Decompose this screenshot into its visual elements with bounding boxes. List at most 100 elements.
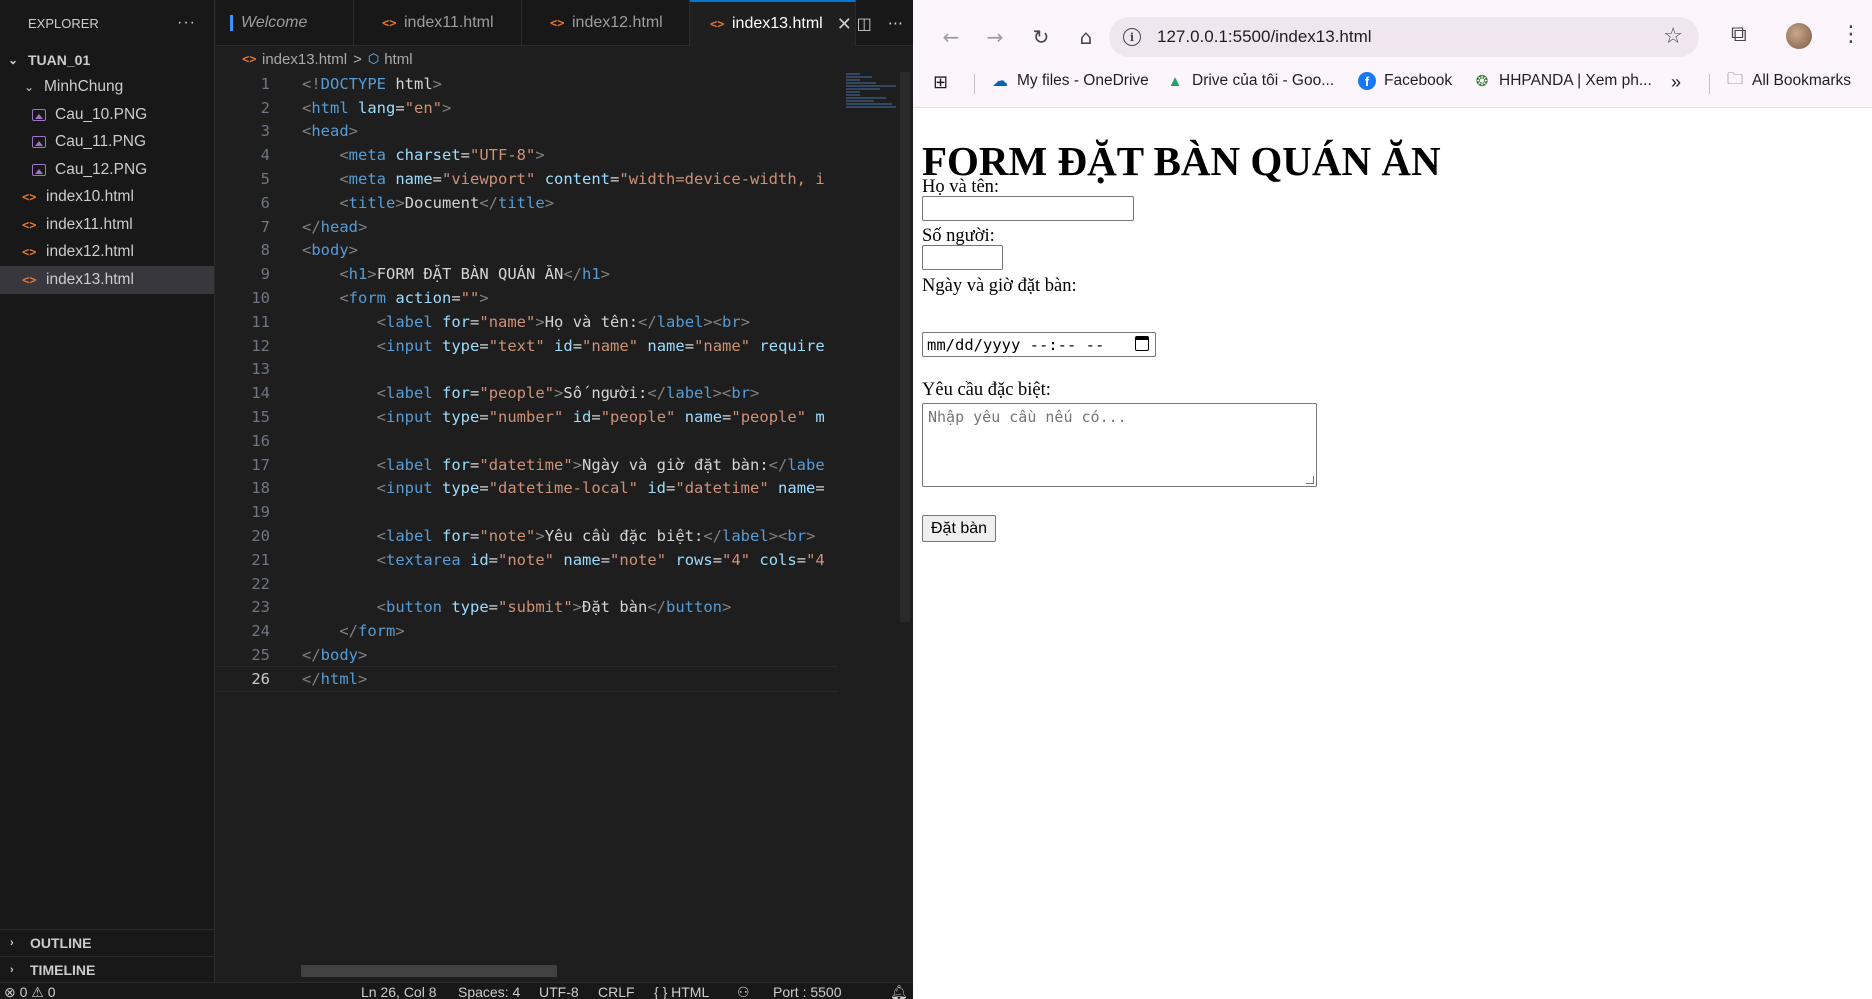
tree-file-html-active[interactable]: <> index13.html — [0, 266, 214, 294]
copilot-icon[interactable]: ⚇ — [737, 984, 750, 999]
calendar-icon[interactable] — [1135, 336, 1149, 351]
cursor-position[interactable]: Ln 26, Col 8 — [361, 984, 437, 999]
reload-icon[interactable]: ↻ — [1028, 24, 1054, 50]
status-bar: ⊗ 0 ⚠ 0 Ln 26, Col 8 Spaces: 4 UTF-8 CRL… — [0, 982, 913, 999]
horizontal-scrollbar[interactable] — [301, 965, 557, 977]
html-file-icon: <> — [22, 272, 37, 287]
live-server-port[interactable]: Port : 5500 — [773, 984, 842, 999]
editor-tabbar: Welcome <> index11.html <> index12.html … — [216, 0, 913, 46]
code-editor[interactable]: 1 <!DOCTYPE html> 2 <html lang="en"> 3 <head>… — [216, 72, 838, 964]
datetime-input[interactable]: mm/dd/yyyy --:-- -- — [922, 332, 1156, 357]
close-icon[interactable]: ✕ — [837, 14, 852, 35]
code-line[interactable]: 25 </body> — [216, 643, 838, 667]
breadcrumb-node[interactable]: html — [384, 51, 412, 68]
tree-folder-minhchung[interactable]: ⌄ MinhChung — [0, 74, 214, 102]
vertical-scrollbar[interactable] — [900, 72, 910, 622]
bookmark-google-drive[interactable]: ▲ Drive của tôi - Goo... — [1166, 72, 1335, 90]
bookmark-onedrive[interactable]: ☁ My files - OneDrive — [991, 72, 1149, 90]
tree-file-label: index13.html — [46, 270, 134, 288]
minimap[interactable] — [838, 72, 900, 142]
code-line[interactable]: 17 <label for="datetime">Ngày và giờ đặt… — [216, 453, 838, 477]
timeline-section[interactable]: › TIMELINE — [0, 956, 215, 983]
problems-indicator[interactable]: ⊗ 0 ⚠ 0 — [4, 984, 56, 999]
resize-handle-icon[interactable] — [1306, 476, 1314, 484]
more-bookmarks-icon[interactable]: » — [1671, 72, 1681, 93]
code-line[interactable]: 12 <input type="text" id="name" name="na… — [216, 334, 838, 358]
people-number-input[interactable] — [922, 245, 1003, 270]
code-line[interactable]: 23 <button type="submit">Đặt bàn</button… — [216, 596, 838, 620]
encoding-setting[interactable]: UTF-8 — [539, 984, 579, 999]
code-line[interactable]: 8 <body> — [216, 239, 838, 263]
code-line[interactable]: 16 — [216, 429, 838, 453]
submit-button[interactable]: Đặt bàn — [922, 515, 997, 542]
url-text[interactable]: 127.0.0.1:5500/index13.html — [1157, 27, 1372, 47]
tree-file-image[interactable]: Cau_11.PNG — [0, 129, 214, 157]
code-line[interactable]: 5 <meta name="viewport" content="width=d… — [216, 167, 838, 191]
indentation-setting[interactable]: Spaces: 4 — [458, 984, 520, 999]
tree-file-html[interactable]: <> index10.html — [0, 184, 214, 212]
code-line[interactable]: 1 <!DOCTYPE html> — [216, 72, 838, 96]
tab-label: index13.html — [732, 15, 823, 32]
code-line[interactable]: 19 — [216, 500, 838, 524]
all-bookmarks[interactable]: 🗀︎ All Bookmarks — [1726, 71, 1852, 90]
bookmark-hhpanda[interactable]: ❂ HHPANDA | Xem ph... — [1473, 72, 1652, 90]
code-text: <!DOCTYPE html> — [302, 74, 443, 93]
more-actions-icon[interactable]: ··· — [177, 14, 196, 32]
tab-label: Welcome — [241, 14, 308, 31]
tab-index13[interactable]: <> index13.html ✕ — [690, 0, 856, 46]
more-actions-icon[interactable]: ··· — [888, 14, 903, 33]
tree-file-label: Cau_10.PNG — [55, 105, 148, 123]
note-textarea[interactable]: Nhập yêu cầu nếu có... — [922, 403, 1317, 487]
extensions-icon[interactable]: ⧉ — [1731, 22, 1747, 47]
tab-welcome[interactable]: Welcome — [216, 0, 354, 46]
code-line[interactable]: 9 <h1>FORM ĐẶT BÀN QUÁN ĂN</h1> — [216, 262, 838, 286]
code-line[interactable]: 14 <label for="people">Số người:</label>… — [216, 381, 838, 405]
all-bookmarks-label: All Bookmarks — [1752, 72, 1852, 89]
code-line[interactable]: 26 </html> — [216, 665, 838, 692]
code-line[interactable]: 20 <label for="note">Yêu cầu đặc biệt:</… — [216, 524, 838, 548]
bookmark-facebook[interactable]: f Facebook — [1358, 72, 1452, 90]
home-icon[interactable]: ⌂ — [1073, 24, 1099, 50]
code-line[interactable]: 22 — [216, 572, 838, 596]
code-text: <input type="text" id="name" name="name"… — [376, 336, 825, 355]
tab-index11[interactable]: <> index11.html — [354, 0, 522, 46]
code-line[interactable]: 3 <head> — [216, 120, 838, 144]
code-line[interactable]: 24 </form> — [216, 619, 838, 643]
code-line[interactable]: 15 <input type="number" id="people" name… — [216, 405, 838, 429]
code-line[interactable]: 21 <textarea id="note" name="note" rows=… — [216, 548, 838, 572]
breadcrumb-file[interactable]: index13.html — [262, 51, 347, 68]
outline-section[interactable]: › OUTLINE — [0, 929, 215, 956]
code-line[interactable]: 10 <form action=""> — [216, 286, 838, 310]
notifications-icon[interactable]: 🔔︎ — [890, 984, 908, 999]
split-editor-icon[interactable]: ◫ — [857, 14, 872, 33]
code-line[interactable]: 18 <input type="datetime-local" id="date… — [216, 477, 838, 501]
tree-file-html[interactable]: <> index11.html — [0, 211, 214, 239]
explorer-title: EXPLORER — [28, 15, 99, 31]
tree-file-image[interactable]: Cau_10.PNG — [0, 101, 214, 129]
code-line[interactable]: 13 — [216, 358, 838, 382]
line-number: 19 — [251, 503, 270, 522]
eol-setting[interactable]: CRLF — [598, 984, 635, 999]
tree-file-image[interactable]: Cau_12.PNG — [0, 156, 214, 184]
site-info-icon[interactable]: i — [1123, 28, 1141, 46]
apps-grid-icon[interactable]: ⊞ — [933, 72, 948, 93]
menu-kebab-icon[interactable]: ⋮ — [1840, 22, 1862, 47]
bookmark-star-icon[interactable]: ☆ — [1663, 24, 1683, 49]
profile-avatar[interactable] — [1786, 23, 1812, 49]
html-file-icon: <> — [22, 190, 37, 205]
code-line[interactable]: 4 <meta charset="UTF-8"> — [216, 143, 838, 167]
back-arrow-icon[interactable]: ← — [938, 24, 964, 50]
code-line[interactable]: 7 </head> — [216, 215, 838, 239]
forward-arrow-icon[interactable]: → — [982, 24, 1008, 50]
name-input[interactable] — [922, 196, 1134, 221]
address-bar[interactable]: i 127.0.0.1:5500/index13.html ☆ — [1109, 17, 1699, 57]
line-number: 6 — [260, 193, 270, 212]
bookmark-label: My files - OneDrive — [1017, 72, 1149, 89]
code-line[interactable]: 2 <html lang="en"> — [216, 96, 838, 120]
language-mode[interactable]: { } HTML — [654, 984, 709, 999]
tab-index12[interactable]: <> index12.html — [522, 0, 690, 46]
tree-file-html[interactable]: <> index12.html — [0, 239, 214, 267]
code-line[interactable]: 6 <title>Document</title> — [216, 191, 838, 215]
tree-root-folder[interactable]: ⌄ TUAN_01 — [0, 46, 214, 74]
code-line[interactable]: 11 <label for="name">Họ và tên:</label><… — [216, 310, 838, 334]
